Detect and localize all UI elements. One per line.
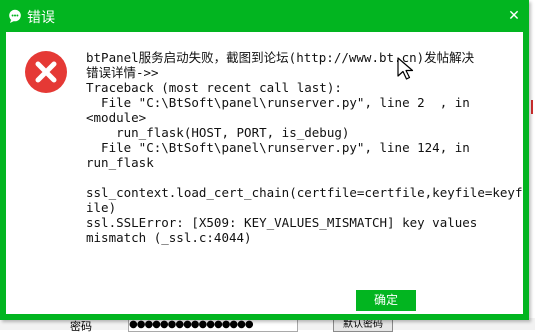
error-message: btPanel服务启动失败，截图到论坛(http://www.bt.cn)发帖解… xyxy=(86,50,523,245)
background-red-marker xyxy=(531,100,533,114)
close-button[interactable]: ✕ xyxy=(505,7,523,25)
message-line: ssl_context.load_cert_chain(certfile=cer… xyxy=(86,185,523,200)
message-line: run_flask(HOST, PORT, is_debug) xyxy=(86,125,350,140)
mouse-cursor-icon xyxy=(397,57,414,80)
message-line: Traceback (most recent call last): xyxy=(86,80,342,95)
error-icon xyxy=(25,51,67,93)
message-line: ile) xyxy=(86,200,117,215)
message-line: ssl.SSLError: [X509: KEY_VALUES_MISMATCH… xyxy=(86,215,478,230)
ok-button[interactable]: 确定 xyxy=(356,290,416,311)
message-line: File "C:\BtSoft\panel\runserver.py", lin… xyxy=(86,140,470,155)
message-line: <module> xyxy=(86,110,147,125)
message-line: run_flask xyxy=(86,155,154,170)
password-label: 密码 xyxy=(70,320,92,333)
message-line: mismatch (_ssl.c:4044) xyxy=(86,230,252,245)
message-line: 错误详情->> xyxy=(86,65,159,80)
dialog-content: btPanel服务启动失败，截图到论坛(http://www.bt.cn)发帖解… xyxy=(6,32,523,314)
chat-bubble-icon xyxy=(9,9,21,23)
message-line: File "C:\BtSoft\panel\runserver.py", lin… xyxy=(86,95,470,110)
dialog-titlebar[interactable]: 错误 ✕ xyxy=(0,0,529,32)
dialog-title: 错误 xyxy=(27,10,55,26)
error-dialog: 错误 ✕ btPanel服务启动失败，截图到论坛(http://www.bt.c… xyxy=(0,0,529,320)
